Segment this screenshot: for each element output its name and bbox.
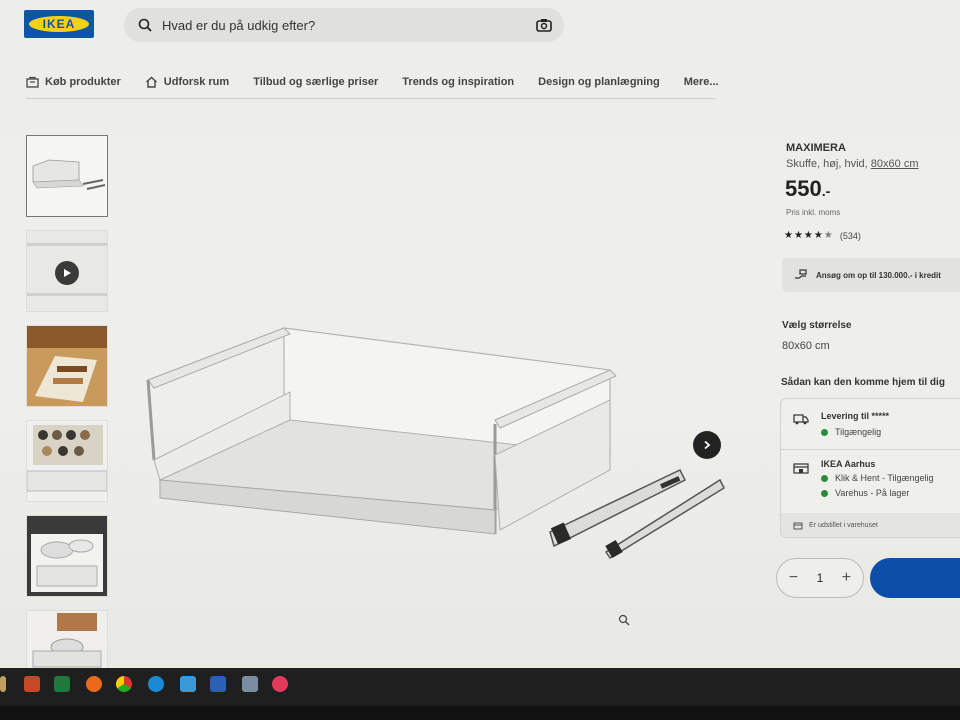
- zoom-cursor-icon: [618, 614, 630, 626]
- image-thumbnails: [26, 135, 110, 685]
- shipping-status: Tilgængelig: [821, 427, 881, 437]
- size-link[interactable]: 80x60 cm: [871, 158, 919, 170]
- click-collect-status: Klik & Hent - Tilgængelig: [821, 473, 934, 483]
- available-dot-icon: [821, 474, 828, 482]
- kitchen-drawer-thumbnail-image: [27, 326, 107, 406]
- notepad-icon[interactable]: [180, 676, 196, 692]
- divider: [781, 449, 960, 450]
- folder-icon[interactable]: [0, 676, 6, 692]
- thumbnail-cookware-drawer[interactable]: [26, 610, 108, 672]
- nav-item-design[interactable]: Design og planlægning: [538, 76, 660, 88]
- spice-drawer-thumbnail-image: [27, 421, 107, 501]
- hand-money-icon: [795, 269, 807, 279]
- ikea-logo[interactable]: IKEA: [24, 10, 94, 38]
- nav-item-shop-products[interactable]: Køb produkter: [26, 76, 121, 88]
- rating-count: (534): [839, 230, 861, 241]
- credit-text: Ansøg om op til 130.000.- i kredit: [816, 270, 941, 280]
- thumbnail-spice-drawer[interactable]: [26, 420, 108, 502]
- product-description: Skuffe, høj, hvid, 80x60 cm: [786, 158, 919, 170]
- taskbar-strip: [0, 668, 960, 706]
- increase-quantity-button[interactable]: +: [836, 569, 856, 587]
- available-dot-icon: [821, 428, 828, 436]
- word-icon[interactable]: [210, 676, 226, 692]
- size-label: Vælg størrelse: [782, 320, 852, 331]
- shopping-bag-icon: [26, 76, 39, 88]
- decrease-quantity-button[interactable]: −: [784, 569, 804, 587]
- vat-note: Pris inkl. moms: [786, 208, 841, 217]
- nav-label: Køb produkter: [45, 76, 121, 88]
- showroom-icon: [793, 522, 803, 529]
- product-rating[interactable]: ★★★★★ (534): [784, 230, 861, 241]
- camera-icon[interactable]: [536, 18, 552, 32]
- chrome-icon[interactable]: [116, 676, 132, 692]
- shipping-title: Levering til *****: [821, 411, 890, 421]
- browser-page: IKEA Køb produkter Udforsk: [0, 0, 960, 672]
- store-title: IKEA Aarhus: [821, 459, 876, 469]
- product-price: 550.-: [785, 176, 831, 201]
- product-main-image: [146, 327, 725, 560]
- thumbnail-video[interactable]: [26, 230, 108, 312]
- itunes-icon[interactable]: [272, 676, 288, 692]
- home-icon: [145, 76, 157, 88]
- logo-text: IKEA: [42, 17, 76, 31]
- nav-item-trends[interactable]: Trends og inspiration: [402, 76, 514, 88]
- product-name: MAXIMERA: [786, 142, 846, 154]
- nav-label: Trends og inspiration: [402, 76, 515, 88]
- thumbnail-plate-drawer[interactable]: [26, 515, 108, 597]
- nav-item-offers[interactable]: Tilbud og særlige priser: [253, 76, 378, 88]
- search-bar[interactable]: [124, 8, 564, 42]
- quantity-value: 1: [816, 571, 824, 585]
- cookware-drawer-thumbnail-image: [27, 611, 107, 671]
- plate-drawer-thumbnail-image: [27, 516, 107, 596]
- truck-icon: [793, 414, 809, 425]
- quantity-stepper: − 1 +: [776, 558, 864, 598]
- next-image-button[interactable]: [693, 431, 721, 459]
- nav-label: Mere...: [683, 76, 719, 88]
- firefox-icon[interactable]: [86, 676, 102, 692]
- chevron-right-icon: [704, 440, 711, 450]
- edge-icon[interactable]: [148, 676, 164, 692]
- nav-label: Design og planlægning: [538, 76, 660, 88]
- thumbnail-kitchen-drawer[interactable]: [26, 325, 108, 407]
- thumbnail-drawer[interactable]: [26, 135, 108, 217]
- search-input[interactable]: [160, 16, 524, 34]
- size-value[interactable]: 80x60 cm: [782, 340, 830, 352]
- nav-item-explore-rooms[interactable]: Udforsk rum: [145, 76, 229, 88]
- nav-label: Tilbud og særlige priser: [253, 76, 379, 88]
- delivery-title: Sådan kan den komme hjem til dig: [781, 377, 945, 388]
- store-icon: [793, 463, 809, 474]
- drawer-thumbnail-image: [27, 136, 107, 216]
- add-to-cart-button[interactable]: [870, 558, 960, 598]
- calculator-icon[interactable]: [242, 676, 258, 692]
- nav-item-more[interactable]: Mere...: [684, 76, 719, 88]
- credit-banner[interactable]: Ansøg om op til 130.000.- i kredit: [782, 258, 960, 292]
- main-navigation: Køb produkter Udforsk rum Tilbud og særl…: [26, 66, 719, 99]
- delivery-options: Levering til ***** Tilgængelig IKEA Aarh…: [780, 398, 960, 538]
- media-player-icon[interactable]: [24, 676, 40, 692]
- excel-icon[interactable]: [54, 676, 70, 692]
- in-stock-dot-icon: [821, 489, 828, 497]
- showroom-note: Er udstillet i varehuset: [781, 513, 960, 537]
- rating-stars: ★★★★★: [784, 230, 834, 241]
- nav-label: Udforsk rum: [163, 76, 230, 88]
- search-icon: [138, 18, 152, 32]
- play-icon[interactable]: [55, 261, 79, 285]
- store-stock-status: Varehus - På lager: [821, 488, 909, 498]
